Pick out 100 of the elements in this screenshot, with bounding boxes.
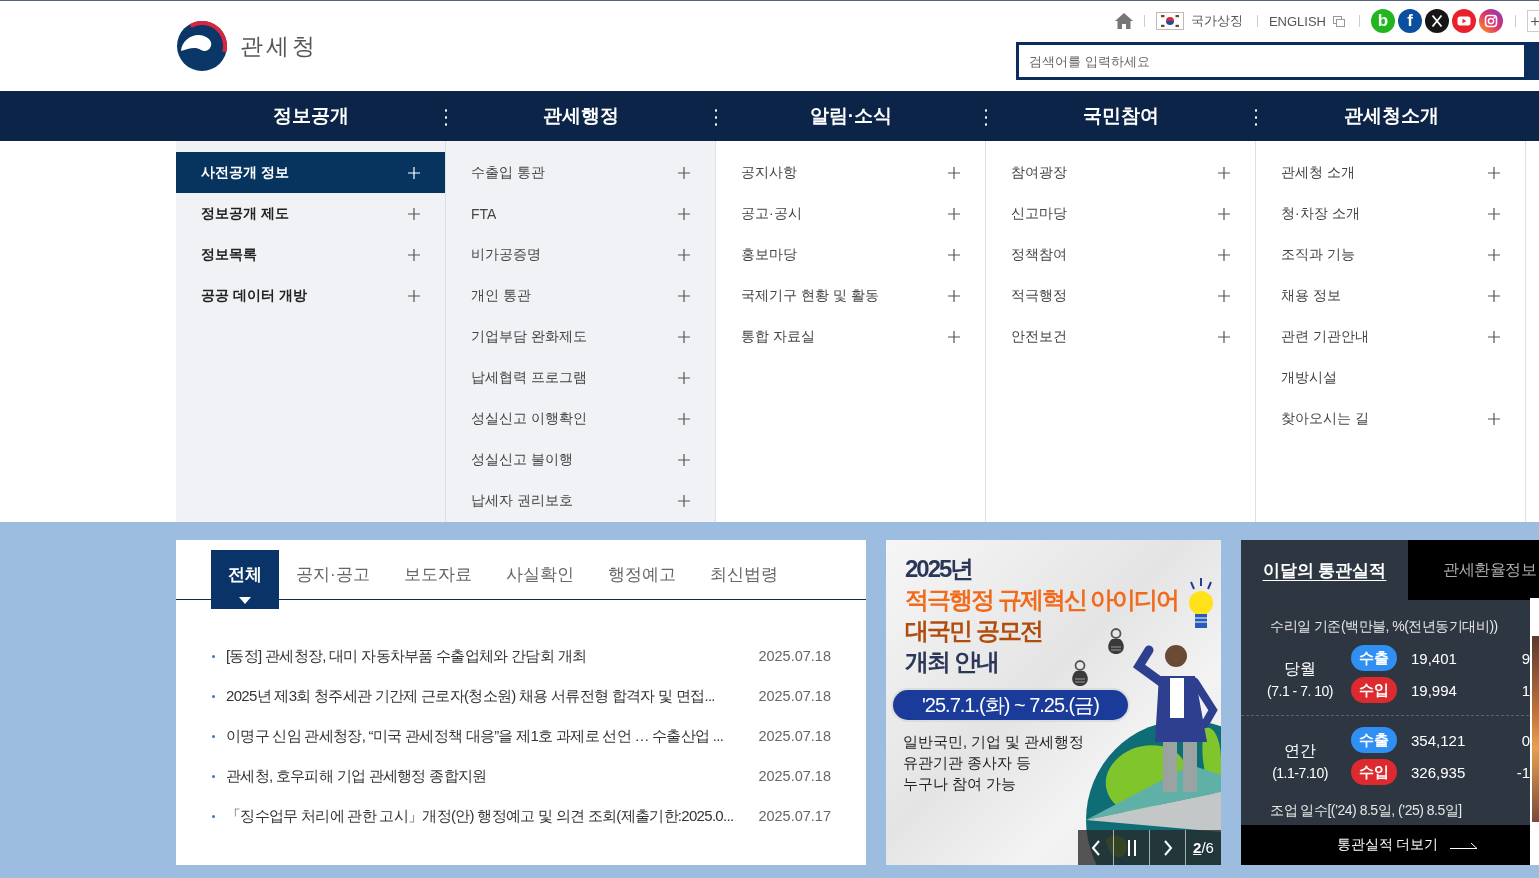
change-rate: 0	[1521, 731, 1530, 749]
change-rate: -1	[1516, 763, 1530, 781]
submenu-item[interactable]: 공고·공시	[716, 193, 985, 234]
banner-period: '25.7.1.(화) ~ 7.25.(금)	[893, 690, 1128, 720]
stats-tab[interactable]: 관세환율정보	[1408, 540, 1539, 600]
notice-tab[interactable]: 최신법령	[692, 550, 795, 609]
submenu-item[interactable]: 성실신고 불이행	[446, 439, 715, 480]
notice-link[interactable]: 관세청, 호우피해 기업 관세행정 종합지원	[226, 766, 487, 786]
trade-value: 19,401	[1411, 649, 1457, 667]
submenu-item[interactable]: 안전보건	[986, 316, 1255, 357]
expand-button[interactable]	[1527, 10, 1539, 32]
bullet-icon	[212, 654, 215, 658]
banner-description: 일반국민, 기업 및 관세행정 유관기관 종사자 등 누구나 참여 가능	[903, 733, 1085, 794]
submenu-item[interactable]: 관세청 소개	[1256, 152, 1525, 193]
stats-basis: 수리일 기준(백만불, %(전년동기대비))	[1270, 617, 1499, 635]
submenu-item[interactable]: 사전공개 정보	[176, 152, 445, 193]
period-range: (7.1 - 7. 10)	[1267, 682, 1333, 701]
submenu-item[interactable]: 참여광장	[986, 152, 1255, 193]
submenu-item[interactable]: 납세협력 프로그램	[446, 357, 715, 398]
notice-tab[interactable]: 사실확인	[488, 550, 591, 609]
home-icon[interactable]	[1114, 13, 1133, 29]
submenu-item[interactable]: 납세자 권리보호	[446, 480, 715, 521]
submenu-item[interactable]: 조직과 기능	[1256, 234, 1525, 275]
submenu-item[interactable]: FTA	[446, 193, 715, 234]
search-field[interactable]: 검색어를 입력하세요	[1016, 42, 1527, 80]
pause-icon	[1125, 839, 1138, 856]
more-link[interactable]: 통관실적 더보기	[1241, 825, 1530, 865]
banner-title-line: 적극행정 규제혁신 아이디어	[905, 585, 1179, 615]
submenu-item[interactable]: 개방시설	[1256, 357, 1525, 398]
submenu-item[interactable]: 정보목록	[176, 234, 445, 275]
plus-icon	[1531, 16, 1539, 26]
nav-tab[interactable]: 관세청소개	[1256, 91, 1526, 141]
notice-tab[interactable]: 보도자료	[386, 550, 489, 609]
submenu-item[interactable]: 국제기구 현황 및 활동	[716, 275, 985, 316]
new-window-icon	[1333, 15, 1345, 27]
english-link[interactable]: ENGLISH	[1268, 13, 1345, 29]
notice-date: 2025.07.17	[757, 808, 831, 824]
submenu-item[interactable]: 정책참여	[986, 234, 1255, 275]
submenu-item[interactable]: 개인 통관	[446, 275, 715, 316]
taegeuk-logo-icon[interactable]	[176, 20, 228, 72]
notice-tab[interactable]: 행정예고	[590, 550, 693, 609]
notice-link[interactable]: [동정] 관세청장, 대미 자동차부품 수출업체와 간담회 개최	[226, 646, 587, 666]
submenu-item[interactable]: 기업부담 완화제도	[446, 316, 715, 357]
submenu-item[interactable]: 공지사항	[716, 152, 985, 193]
camera-icon[interactable]	[1479, 9, 1503, 33]
notice-link[interactable]: 2025년 제3회 청주세관 기간제 근로자(청소원) 채용 서류전형 합격자 및 면접...	[226, 686, 715, 706]
submenu-item[interactable]: 찾아오시는 길	[1256, 398, 1525, 439]
notice-date: 2025.07.18	[757, 768, 831, 784]
slide-counter: 2/6	[1192, 838, 1215, 858]
nav-tab[interactable]: 알림·소식	[716, 91, 986, 141]
trade-type-badge: 수출	[1351, 645, 1397, 671]
social-link[interactable]: f	[1398, 9, 1422, 33]
chevron-right-icon	[1162, 839, 1173, 856]
flag-icon	[1155, 12, 1184, 30]
trade-value: 19,994	[1411, 681, 1457, 699]
submenu-item[interactable]: 신고마당	[986, 193, 1255, 234]
nav-tab[interactable]: 국민참여	[986, 91, 1256, 141]
submenu-item[interactable]: 홍보마당	[716, 234, 985, 275]
trade-value: 326,935	[1411, 763, 1466, 781]
submenu-item[interactable]: 정보공개 제도	[176, 193, 445, 234]
period-range: (1.1-7.10)	[1272, 764, 1328, 783]
submenu-item[interactable]: 관련 기관안내	[1256, 316, 1525, 357]
nav-tab[interactable]: 관세행정	[446, 91, 716, 141]
submenu-item[interactable]: 청·차장 소개	[1256, 193, 1525, 234]
submenu-item[interactable]: 채용 정보	[1256, 275, 1525, 316]
logo-text[interactable]: 관세청	[240, 30, 318, 62]
banner-title-line: 대국민 공모전	[905, 616, 1042, 646]
trade-type-badge: 수입	[1351, 759, 1397, 785]
bullet-icon	[212, 814, 215, 818]
notice-tab[interactable]: 전체	[211, 550, 279, 609]
submenu-item[interactable]: 공공 데이터 개방	[176, 275, 445, 316]
period-label: 당월	[1284, 659, 1316, 679]
change-rate: 9	[1521, 649, 1530, 667]
trade-type-badge: 수입	[1351, 677, 1397, 703]
work-days: 조업 일수[(’24) 8.5일, (’25) 8.5일]	[1270, 800, 1539, 820]
pouch-icon	[1106, 628, 1126, 654]
trade-type-badge: 수출	[1351, 727, 1397, 753]
notice-tab[interactable]: 공지·공고	[279, 550, 387, 609]
stats-tab[interactable]: 이달의 통관실적	[1241, 540, 1408, 600]
submenu-item[interactable]: 성실신고 이행확인	[446, 398, 715, 439]
notice-date: 2025.07.18	[757, 728, 831, 744]
caret-icon	[239, 597, 251, 604]
submenu-item[interactable]: 통합 자료실	[716, 316, 985, 357]
national-symbol-link[interactable]: 국가상징	[1155, 12, 1243, 30]
submenu-item[interactable]: 비가공증명	[446, 234, 715, 275]
change-rate: 1	[1521, 681, 1530, 699]
pouch-icon	[1070, 660, 1090, 686]
submenu-item[interactable]: 적극행정	[986, 275, 1255, 316]
banner-title-line: 2025년	[905, 554, 973, 584]
chevron-left-icon	[1090, 839, 1101, 856]
play-icon[interactable]	[1452, 9, 1476, 33]
notice-link[interactable]: 「징수업무 처리에 관한 고시」개정(안) 행정예고 및 의견 조회(제출기한:2025.0...	[226, 806, 734, 826]
bullet-icon	[212, 774, 215, 778]
submenu-item[interactable]: 수출입 통관	[446, 152, 715, 193]
x-logo-icon[interactable]	[1425, 9, 1449, 33]
notice-date: 2025.07.18	[757, 688, 831, 704]
notice-link[interactable]: 이명구 신임 관세청장, “미국 관세정책 대응”을 제1호 과제로 선언 … 수출산업 ...	[226, 726, 724, 746]
notice-date: 2025.07.18	[757, 648, 831, 664]
bullet-icon	[212, 734, 215, 738]
nav-tab[interactable]: 정보공개	[176, 91, 446, 141]
